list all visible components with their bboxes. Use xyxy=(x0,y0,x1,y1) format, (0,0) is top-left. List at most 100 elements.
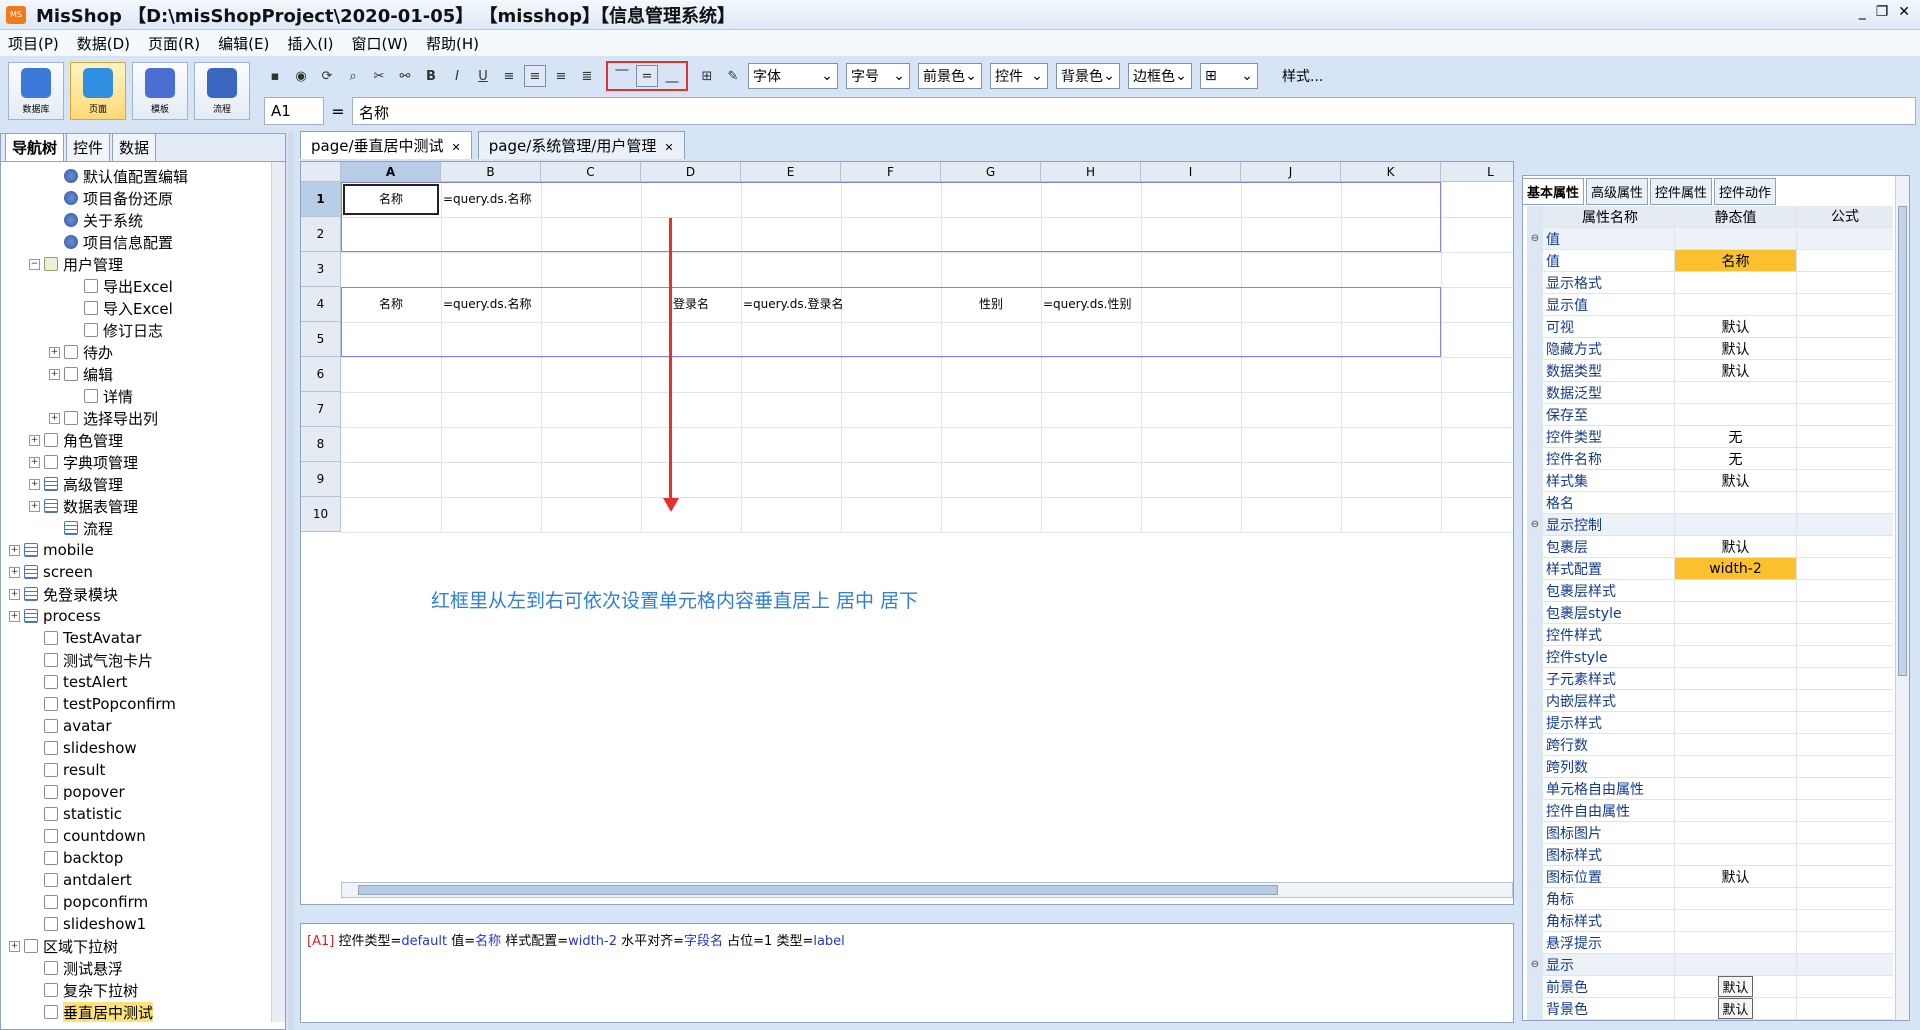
tree-item[interactable]: 关于系统 xyxy=(49,209,143,231)
tree-item[interactable]: 项目信息配置 xyxy=(49,231,173,253)
property-row[interactable]: 包裹层样式 xyxy=(1527,580,1893,602)
format-painter-icon[interactable]: ✎ xyxy=(722,65,744,87)
tree-item[interactable]: + 角色管理 xyxy=(29,429,123,451)
tab-advanced-props[interactable]: 高级属性 xyxy=(1586,178,1649,205)
property-group[interactable]: ⊖ 值 xyxy=(1527,228,1893,250)
property-row[interactable]: 跨行数 xyxy=(1527,734,1893,756)
tree-item[interactable]: statistic xyxy=(29,803,122,825)
tree-item[interactable]: backtop xyxy=(29,847,123,869)
property-formula[interactable] xyxy=(1797,778,1893,799)
database-button[interactable]: 数据库 xyxy=(8,62,64,120)
property-group[interactable]: ⊖ 显示 xyxy=(1527,954,1893,976)
property-formula[interactable] xyxy=(1797,250,1893,271)
tab-data[interactable]: 数据 xyxy=(112,133,157,161)
property-formula[interactable] xyxy=(1797,844,1893,865)
font-size-select[interactable]: 字号 ⌄ xyxy=(846,63,910,89)
tree-item[interactable]: + 待办 xyxy=(49,341,113,363)
property-row[interactable]: 悬浮提示 xyxy=(1527,932,1893,954)
property-value[interactable]: 默认 xyxy=(1675,338,1797,359)
tree-item[interactable]: 测试气泡卡片 xyxy=(29,649,153,671)
tree-item[interactable]: 修订日志 xyxy=(69,319,163,341)
expand-icon[interactable]: + xyxy=(9,610,20,622)
expand-icon[interactable]: + xyxy=(29,500,40,512)
column-header[interactable]: I xyxy=(1141,162,1241,182)
expand-icon[interactable]: + xyxy=(9,544,20,556)
property-value[interactable] xyxy=(1675,910,1797,931)
font-select[interactable]: 字体 ⌄ xyxy=(748,63,838,89)
property-row[interactable]: 图标样式 xyxy=(1527,844,1893,866)
expand-icon[interactable]: + xyxy=(49,346,60,358)
cell-value[interactable]: =query.ds.登录名 xyxy=(743,287,843,322)
tree-scrollbar[interactable] xyxy=(271,162,285,1022)
flow-button[interactable]: 流程 xyxy=(194,62,250,120)
property-value[interactable] xyxy=(1675,514,1797,535)
property-value[interactable] xyxy=(1675,602,1797,623)
property-value[interactable] xyxy=(1675,756,1797,777)
refresh-icon[interactable]: ⟳ xyxy=(316,65,338,87)
row-header[interactable]: 7 xyxy=(301,392,341,427)
expand-icon[interactable]: + xyxy=(49,412,60,424)
minimize-button[interactable]: _ xyxy=(1859,4,1866,20)
valign-top-icon[interactable]: ⎺ xyxy=(611,65,633,87)
property-formula[interactable] xyxy=(1797,954,1893,975)
column-header[interactable]: G xyxy=(941,162,1041,182)
menu-window[interactable]: 窗口(W) xyxy=(351,33,408,54)
property-value[interactable] xyxy=(1675,624,1797,645)
property-formula[interactable] xyxy=(1797,382,1893,403)
property-formula[interactable] xyxy=(1797,360,1893,381)
property-row[interactable]: 显示格式 xyxy=(1527,272,1893,294)
background-color-select[interactable]: 背景色 ⌄ xyxy=(1056,63,1120,89)
row-header[interactable]: 5 xyxy=(301,322,341,357)
tab-controls[interactable]: 控件 xyxy=(66,133,111,161)
property-row[interactable]: 样式集 默认 xyxy=(1527,470,1893,492)
property-formula[interactable] xyxy=(1797,800,1893,821)
property-value[interactable] xyxy=(1675,382,1797,403)
close-icon[interactable]: ✕ xyxy=(452,141,461,154)
property-formula[interactable] xyxy=(1797,514,1893,535)
property-value[interactable]: width-2 xyxy=(1675,558,1797,579)
property-formula[interactable] xyxy=(1797,998,1893,1019)
tab-basic-props[interactable]: 基本属性 xyxy=(1522,178,1585,205)
property-value[interactable]: 默认 xyxy=(1675,316,1797,337)
tree-item[interactable]: + mobile xyxy=(9,539,94,561)
property-value[interactable] xyxy=(1675,404,1797,425)
row-header[interactable]: 4 xyxy=(301,287,341,322)
tab-control-actions[interactable]: 控件动作 xyxy=(1714,178,1777,205)
border-color-select[interactable]: 边框色 ⌄ xyxy=(1128,63,1192,89)
property-row[interactable]: 可视 默认 xyxy=(1527,316,1893,338)
column-header[interactable]: F xyxy=(841,162,941,182)
cell-value[interactable]: =query.ds.名称 xyxy=(443,182,531,217)
property-row[interactable]: 控件style xyxy=(1527,646,1893,668)
menu-project[interactable]: 项目(P) xyxy=(8,33,59,54)
tree-item[interactable]: + 字典项管理 xyxy=(29,451,138,473)
property-value[interactable] xyxy=(1675,932,1797,953)
expand-icon[interactable]: + xyxy=(49,368,60,380)
tree-item[interactable]: countdown xyxy=(29,825,146,847)
expand-icon[interactable]: + xyxy=(29,456,40,468)
doc-tab[interactable]: page/垂直居中测试 ✕ xyxy=(300,131,472,159)
border-style-select[interactable]: ⊞ ⌄ xyxy=(1200,63,1258,89)
property-formula[interactable] xyxy=(1797,536,1893,557)
property-formula[interactable] xyxy=(1797,624,1893,645)
property-value[interactable] xyxy=(1675,734,1797,755)
color-picker-button[interactable]: 默认 xyxy=(1718,998,1753,1019)
column-header[interactable]: L xyxy=(1441,162,1513,182)
property-formula[interactable] xyxy=(1797,668,1893,689)
property-row[interactable]: 控件样式 xyxy=(1527,624,1893,646)
property-value[interactable] xyxy=(1675,646,1797,667)
template-button[interactable]: 模板 xyxy=(132,62,188,120)
property-row[interactable]: 图标位置 默认 xyxy=(1527,866,1893,888)
column-header[interactable]: A xyxy=(341,162,441,182)
cell-value[interactable]: 性别 xyxy=(941,287,1041,322)
property-row[interactable]: 隐藏方式 默认 xyxy=(1527,338,1893,360)
row-header[interactable]: 10 xyxy=(301,497,341,532)
italic-icon[interactable]: I xyxy=(446,65,468,87)
align-left-icon[interactable]: ≡ xyxy=(498,65,520,87)
tree-item[interactable]: 垂直居中测试 xyxy=(29,1001,154,1022)
preview-icon[interactable]: ◉ xyxy=(290,65,312,87)
menu-edit[interactable]: 编辑(E) xyxy=(218,33,269,54)
cell-name-box[interactable]: A1 xyxy=(264,97,324,125)
property-row[interactable]: 提示样式 xyxy=(1527,712,1893,734)
property-value[interactable]: 无 xyxy=(1675,448,1797,469)
property-formula[interactable] xyxy=(1797,228,1893,249)
